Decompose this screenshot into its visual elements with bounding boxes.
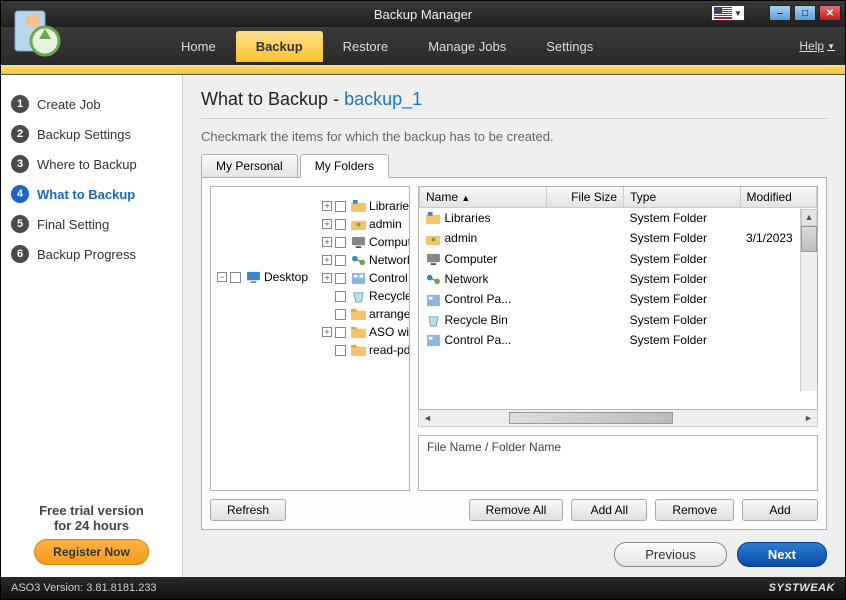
help-link[interactable]: Help▼	[799, 39, 835, 53]
collapse-icon[interactable]: −	[217, 272, 227, 282]
expand-icon[interactable]: +	[322, 273, 332, 283]
checkbox[interactable]	[335, 255, 346, 266]
computer-icon	[350, 235, 366, 249]
desktop-icon	[245, 270, 261, 284]
step-what-to-backup[interactable]: 4What to Backup	[11, 179, 172, 209]
libraries-icon	[350, 199, 366, 213]
list-row[interactable]: Control Pa...System Folder	[420, 330, 817, 350]
list-row[interactable]: LibrariesSystem Folder	[420, 208, 817, 229]
network-icon	[350, 253, 366, 267]
list-row[interactable]: Control Pa...System Folder	[420, 289, 817, 309]
wizard-steps: 1Create Job 2Backup Settings 3Where to B…	[1, 75, 182, 493]
step-final-setting[interactable]: 5Final Setting	[11, 209, 172, 239]
page-description: Checkmark the items for which the backup…	[201, 129, 827, 144]
user-folder-icon	[350, 217, 366, 231]
col-type[interactable]: Type	[624, 187, 740, 208]
checkbox[interactable]	[335, 219, 346, 230]
maximize-button[interactable]: □	[794, 5, 816, 21]
expand-icon[interactable]: +	[322, 255, 332, 265]
col-name[interactable]: Name ▲	[420, 187, 547, 208]
checkbox[interactable]	[335, 345, 346, 356]
list-row[interactable]: adminSystem Folder3/1/2023	[420, 228, 817, 248]
add-all-button[interactable]: Add All	[571, 499, 647, 521]
step-backup-progress[interactable]: 6Backup Progress	[11, 239, 172, 269]
row-icon	[426, 253, 441, 266]
row-icon	[426, 273, 441, 286]
expand-icon[interactable]: +	[322, 237, 332, 247]
folder-icon	[350, 307, 366, 321]
tab-backup[interactable]: Backup	[236, 31, 323, 62]
language-flag-button[interactable]: ▼	[711, 5, 745, 21]
list-row[interactable]: ComputerSystem Folder	[420, 249, 817, 269]
statusbar: ASO3 Version: 3.81.8181.233 SYSTWEAK	[1, 577, 845, 599]
file-list[interactable]: Name ▲ File Size Type Modified Libraries…	[418, 186, 818, 410]
trial-line2: for 24 hours	[9, 518, 174, 533]
tab-restore[interactable]: Restore	[323, 31, 409, 62]
add-button[interactable]: Add	[742, 499, 818, 521]
trial-box: Free trial version for 24 hours Register…	[1, 493, 182, 577]
folders-panel: −Desktop +Libraries +admin +Computer +Ne…	[201, 177, 827, 530]
horizontal-scrollbar[interactable]: ◄►	[418, 410, 818, 427]
vertical-scrollbar[interactable]: ▲	[800, 209, 817, 391]
app-title: Backup Manager	[374, 7, 472, 22]
control-panel-icon	[350, 271, 366, 285]
expand-icon[interactable]: +	[322, 327, 332, 337]
tab-home[interactable]: Home	[161, 31, 236, 62]
list-row[interactable]: Recycle BinSystem Folder	[420, 310, 817, 330]
recycle-bin-icon	[350, 289, 366, 303]
main-panel: What to Backup - backup_1 Checkmark the …	[183, 75, 845, 577]
tab-settings[interactable]: Settings	[526, 31, 613, 62]
row-icon	[426, 334, 441, 347]
col-size[interactable]: File Size	[547, 187, 624, 208]
close-button[interactable]: ✕	[819, 5, 841, 21]
next-button[interactable]: Next	[737, 542, 827, 567]
folder-icon	[350, 325, 366, 339]
wizard-sidebar: 1Create Job 2Backup Settings 3Where to B…	[1, 75, 183, 577]
selected-header: File Name / Folder Name	[427, 440, 561, 454]
step-backup-settings[interactable]: 2Backup Settings	[11, 119, 172, 149]
checkbox[interactable]	[335, 309, 346, 320]
selected-files-box: File Name / Folder Name	[418, 435, 818, 491]
us-flag-icon	[714, 7, 732, 19]
checkbox[interactable]	[335, 291, 346, 302]
remove-all-button[interactable]: Remove All	[469, 499, 564, 521]
remove-button[interactable]: Remove	[655, 499, 734, 521]
previous-button[interactable]: Previous	[614, 542, 727, 567]
checkbox[interactable]	[335, 327, 346, 338]
expand-icon[interactable]: +	[322, 201, 332, 211]
step-where-to-backup[interactable]: 3Where to Backup	[11, 149, 172, 179]
minimize-button[interactable]: –	[769, 5, 791, 21]
tab-my-folders[interactable]: My Folders	[300, 154, 389, 178]
tab-manage-jobs[interactable]: Manage Jobs	[408, 31, 526, 62]
checkbox[interactable]	[335, 273, 346, 284]
list-row[interactable]: NetworkSystem Folder	[420, 269, 817, 289]
checkbox[interactable]	[230, 272, 241, 283]
brand-text: SYSTWEAK	[769, 582, 835, 594]
main-menu: Home Backup Restore Manage Jobs Settings…	[1, 27, 845, 65]
page-title: What to Backup - backup_1	[201, 89, 827, 110]
col-modified[interactable]: Modified	[740, 187, 817, 208]
row-icon	[426, 314, 441, 327]
titlebar: Backup Manager ▼ – □ ✕	[1, 1, 845, 27]
job-name: backup_1	[344, 89, 422, 109]
row-icon	[426, 233, 441, 246]
register-button[interactable]: Register Now	[34, 539, 149, 565]
tree-node-label[interactable]: Desktop	[264, 270, 308, 284]
row-icon	[426, 212, 441, 225]
ribbon-accent	[1, 65, 845, 74]
expand-icon[interactable]: +	[322, 219, 332, 229]
step-create-job[interactable]: 1Create Job	[11, 89, 172, 119]
folder-tree[interactable]: −Desktop +Libraries +admin +Computer +Ne…	[210, 186, 410, 491]
refresh-button[interactable]: Refresh	[210, 499, 286, 521]
row-icon	[426, 294, 441, 307]
version-text: ASO3 Version: 3.81.8181.233	[11, 582, 157, 594]
checkbox[interactable]	[335, 237, 346, 248]
folder-icon	[350, 343, 366, 357]
checkbox[interactable]	[335, 201, 346, 212]
trial-line1: Free trial version	[9, 503, 174, 518]
tab-my-personal[interactable]: My Personal	[201, 154, 298, 178]
app-logo-icon	[11, 5, 67, 61]
